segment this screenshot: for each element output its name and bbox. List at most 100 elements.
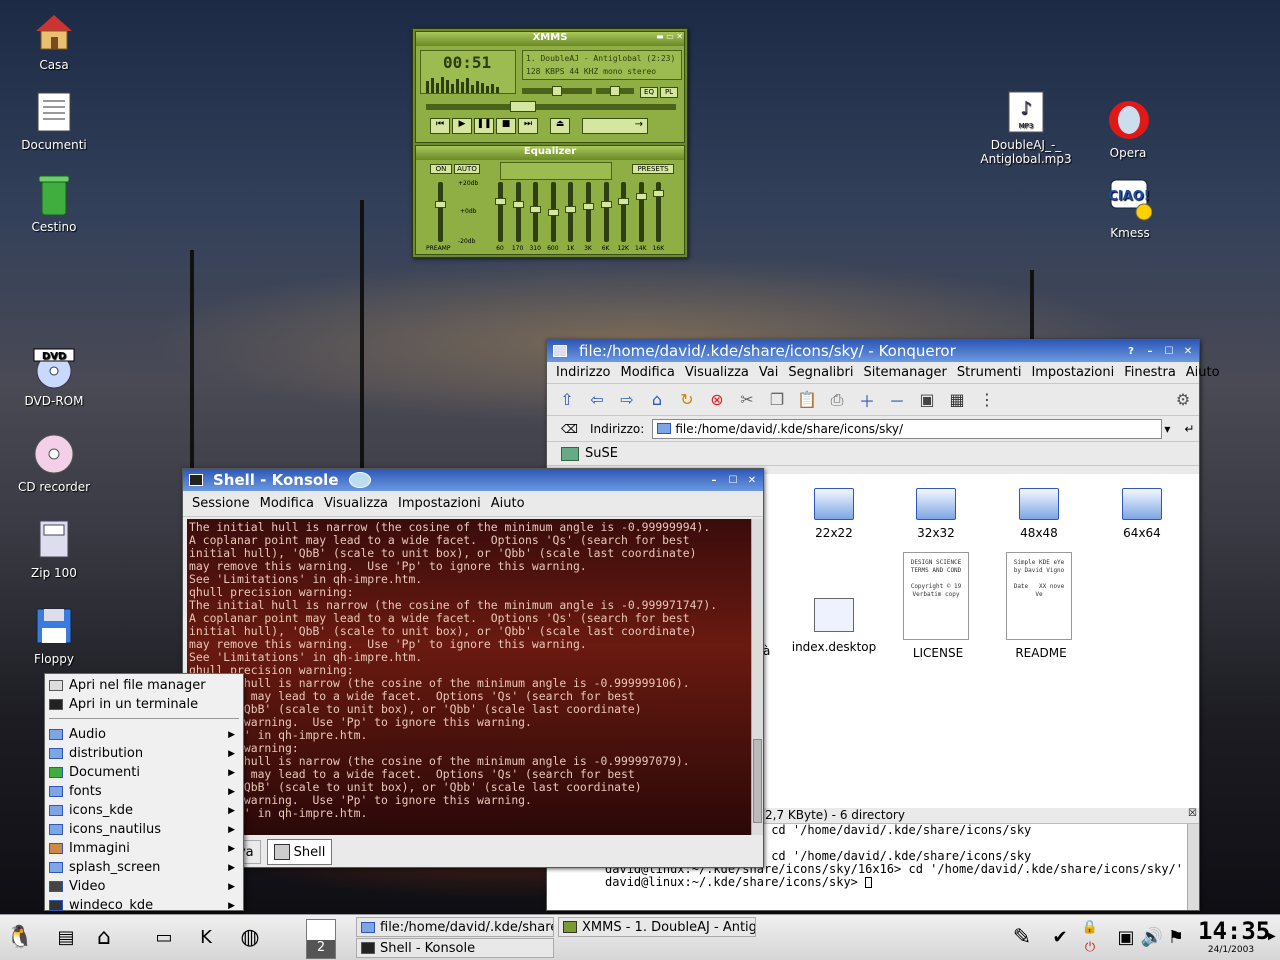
panel-hide-arrow-icon[interactable]: ▶: [1268, 931, 1276, 942]
pause-icon[interactable]: ❚❚: [474, 118, 494, 134]
window-list-icon[interactable]: ▤: [50, 921, 82, 953]
xmms-window[interactable]: XMMS 00:51 1. DoubleAJ - Antiglobal (2:2…: [412, 28, 688, 258]
eq-band-knob[interactable]: [512, 201, 524, 208]
eject-icon[interactable]: ⏏: [550, 118, 570, 134]
menu-indirizzo[interactable]: Indirizzo: [551, 365, 616, 380]
print-icon[interactable]: ⎙: [825, 388, 849, 412]
maximize-icon[interactable]: ☐: [725, 473, 741, 487]
edit-tray-icon[interactable]: ✎: [1006, 921, 1038, 953]
folder-32x32[interactable]: 32x32: [901, 488, 971, 540]
menu-item-folder[interactable]: splash_screen ▶: [45, 858, 243, 877]
copy-icon[interactable]: ❐: [765, 388, 789, 412]
konsole-launcher-icon[interactable]: ▭: [148, 921, 180, 953]
menu-impostazioni[interactable]: Impostazioni: [1026, 365, 1119, 380]
menu-sessione[interactable]: Sessione: [187, 496, 255, 511]
menu-aiuto[interactable]: Aiuto: [1181, 365, 1225, 380]
desktop-icon-mp3-file[interactable]: ♪ MP3 DoubleAJ_-_ Antiglobal.mp3: [976, 90, 1076, 166]
menu-segnalibri[interactable]: Segnalibri: [783, 365, 858, 380]
lock-icon[interactable]: 🔒: [1080, 917, 1100, 937]
klipper-icon[interactable]: ✔: [1044, 921, 1076, 953]
status-close-icon[interactable]: ☒: [1188, 808, 1197, 819]
xmms-seek-bar[interactable]: [426, 101, 676, 112]
konsole-scrollbar[interactable]: [751, 519, 763, 835]
menu-item-folder[interactable]: distribution ▶: [45, 744, 243, 763]
next-icon[interactable]: ⏭: [518, 118, 538, 134]
eq-band-knob[interactable]: [530, 206, 542, 213]
folder-48x48[interactable]: 48x48: [1004, 488, 1074, 540]
desktop-icon-zip-100[interactable]: Zip 100: [4, 518, 104, 580]
eq-band-slider[interactable]: [653, 182, 665, 242]
eq-band-knob[interactable]: [547, 209, 559, 216]
bookmark-suse[interactable]: SuSE: [585, 446, 618, 461]
menu-strumenti[interactable]: Strumenti: [952, 365, 1027, 380]
eq-band-knob[interactable]: [495, 198, 506, 205]
desktop-icon-documenti[interactable]: Documenti: [4, 90, 104, 152]
close-icon[interactable]: ✕: [1180, 344, 1196, 358]
eq-band-knob[interactable]: [565, 206, 577, 213]
desktop-icon-floppy[interactable]: Floppy: [4, 604, 104, 666]
konqueror-titlebar[interactable]: file:/home/david/.kde/share/icons/sky/ -…: [547, 340, 1199, 362]
task-xmms[interactable]: XMMS - 1. DoubleAJ - Antigl: [558, 917, 756, 937]
konsole-terminal[interactable]: The initial hull is narrow (the cosine o…: [187, 519, 751, 835]
tree-view-icon[interactable]: ⋮: [975, 388, 999, 412]
clock[interactable]: 14:35 24/1/2003: [1198, 917, 1270, 959]
location-input[interactable]: file:/home/david/.kde/share/icons/sky/: [652, 418, 1163, 439]
desktop-icon-casa[interactable]: Casa: [4, 10, 104, 72]
konsole-titlebar[interactable]: Shell - Konsole – ☐ ✕: [183, 469, 763, 491]
stop-icon[interactable]: ⊗: [705, 388, 729, 412]
network-tray-icon[interactable]: ⚑: [1160, 921, 1192, 953]
menu-item-folder[interactable]: Documenti ▶: [45, 763, 243, 782]
menu-sitemanager[interactable]: Sitemanager: [859, 365, 952, 380]
xmms-equalizer-title[interactable]: Equalizer: [416, 146, 684, 160]
kde-launcher-icon[interactable]: K: [190, 921, 222, 953]
eq-band-slider[interactable]: [547, 182, 559, 242]
back-icon[interactable]: ⇦: [585, 388, 609, 412]
folder-context-menu[interactable]: Apri nel file manager Apri in un termina…: [44, 673, 244, 913]
desktop-icon-opera[interactable]: Opera: [1078, 98, 1178, 160]
eq-band-slider[interactable]: [512, 182, 524, 242]
paste-icon[interactable]: 📋: [795, 388, 819, 412]
file-license[interactable]: DESIGN SCIENCE TERMS AND COND Copyright …: [903, 552, 973, 660]
k-menu-penguin-icon[interactable]: 🐧: [4, 921, 36, 953]
cut-icon[interactable]: ✂: [735, 388, 759, 412]
konqueror-launcher-icon[interactable]: ◍: [234, 921, 266, 953]
xmms-shuffle-repeat[interactable]: →: [582, 118, 648, 134]
zoom-in-icon[interactable]: ＋: [855, 388, 879, 412]
eq-on-button[interactable]: ON: [430, 164, 452, 174]
scrollbar-thumb[interactable]: [753, 739, 762, 823]
tab-shell[interactable]: Shell: [266, 839, 333, 865]
file-readme[interactable]: Simple KDE eYe by David Vigno Date XX no…: [1006, 552, 1076, 660]
menu-item-folder[interactable]: Audio ▶: [45, 725, 243, 744]
eq-band-slider[interactable]: [618, 182, 630, 242]
menu-visualizza[interactable]: Visualizza: [680, 365, 754, 380]
desktop-icon-dvd-rom[interactable]: DVD DVD-ROM: [4, 346, 104, 408]
menu-item-folder[interactable]: fonts ▶: [45, 782, 243, 801]
minimize-icon[interactable]: –: [706, 473, 722, 487]
menu-visualizza[interactable]: Visualizza: [319, 496, 393, 511]
eq-band-knob[interactable]: [583, 203, 594, 210]
menu-modifica[interactable]: Modifica: [255, 496, 319, 511]
maximize-icon[interactable]: ☐: [1161, 344, 1177, 358]
folder-22x22[interactable]: 22x22: [799, 488, 869, 540]
clear-location-icon[interactable]: ⌫: [561, 422, 578, 436]
eq-band-slider[interactable]: [495, 182, 506, 242]
up-icon[interactable]: ⇧: [555, 388, 579, 412]
menu-impostazioni[interactable]: Impostazioni: [393, 496, 486, 511]
stop-icon[interactable]: ■: [496, 118, 516, 134]
folder-64x64[interactable]: 64x64: [1107, 488, 1177, 540]
show-desktop-icon[interactable]: ⌂: [88, 921, 120, 953]
menu-aiuto[interactable]: Aiuto: [486, 496, 530, 511]
menu-item-open-terminal[interactable]: Apri in un terminale: [45, 695, 243, 714]
eq-auto-button[interactable]: AUTO: [454, 164, 480, 174]
eq-band-knob[interactable]: [653, 190, 665, 197]
task-konqueror[interactable]: file:/home/david/.kde/share: [356, 917, 554, 937]
xmms-titlebar[interactable]: XMMS: [416, 32, 684, 46]
desktop-icon-cestino[interactable]: Cestino: [4, 172, 104, 234]
menu-item-folder[interactable]: icons_nautilus ▶: [45, 820, 243, 839]
home-icon[interactable]: ⌂: [645, 388, 669, 412]
xmms-window-buttons[interactable]: ▬ ▭ ✕: [656, 32, 683, 41]
icon-view-icon[interactable]: ▦: [945, 388, 969, 412]
eq-band-knob[interactable]: [618, 198, 630, 205]
xmms-balance-slider[interactable]: [596, 86, 634, 96]
eq-preamp-slider[interactable]: [435, 182, 446, 242]
